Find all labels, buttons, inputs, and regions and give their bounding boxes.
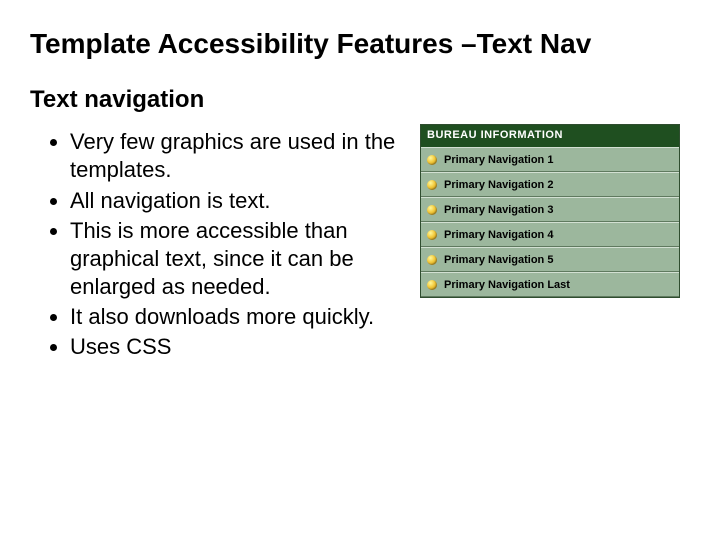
bullet-icon	[427, 280, 437, 290]
bullet-item: This is more accessible than graphical t…	[70, 217, 410, 301]
nav-item-label: Primary Navigation 3	[444, 204, 553, 216]
nav-item[interactable]: Primary Navigation 3	[421, 197, 679, 222]
slide-body: Text navigation Very few graphics are us…	[30, 86, 690, 363]
nav-item[interactable]: Primary Navigation 1	[421, 147, 679, 172]
nav-header: BUREAU INFORMATION	[421, 125, 679, 147]
bullet-icon	[427, 255, 437, 265]
bullet-icon	[427, 205, 437, 215]
bullet-icon	[427, 230, 437, 240]
nav-item[interactable]: Primary Navigation 5	[421, 247, 679, 272]
slide-title: Template Accessibility Features –Text Na…	[30, 28, 690, 60]
nav-box: BUREAU INFORMATION Primary Navigation 1 …	[420, 124, 680, 298]
nav-item-label: Primary Navigation 4	[444, 229, 553, 241]
nav-item[interactable]: Primary Navigation 2	[421, 172, 679, 197]
bullet-item: Uses CSS	[70, 333, 410, 361]
slide: Template Accessibility Features –Text Na…	[0, 0, 720, 540]
bullet-icon	[427, 180, 437, 190]
nav-item-label: Primary Navigation 1	[444, 154, 553, 166]
nav-item-label: Primary Navigation Last	[444, 279, 570, 291]
bullet-list: Very few graphics are used in the templa…	[30, 128, 410, 361]
right-column: BUREAU INFORMATION Primary Navigation 1 …	[420, 86, 690, 298]
bullet-icon	[427, 155, 437, 165]
nav-item-label: Primary Navigation 2	[444, 179, 553, 191]
nav-item[interactable]: Primary Navigation 4	[421, 222, 679, 247]
subheading: Text navigation	[30, 86, 410, 114]
nav-item-label: Primary Navigation 5	[444, 254, 553, 266]
bullet-item: All navigation is text.	[70, 187, 410, 215]
bullet-item: Very few graphics are used in the templa…	[70, 128, 410, 184]
bullet-item: It also downloads more quickly.	[70, 303, 410, 331]
left-column: Text navigation Very few graphics are us…	[30, 86, 420, 363]
nav-item[interactable]: Primary Navigation Last	[421, 272, 679, 297]
